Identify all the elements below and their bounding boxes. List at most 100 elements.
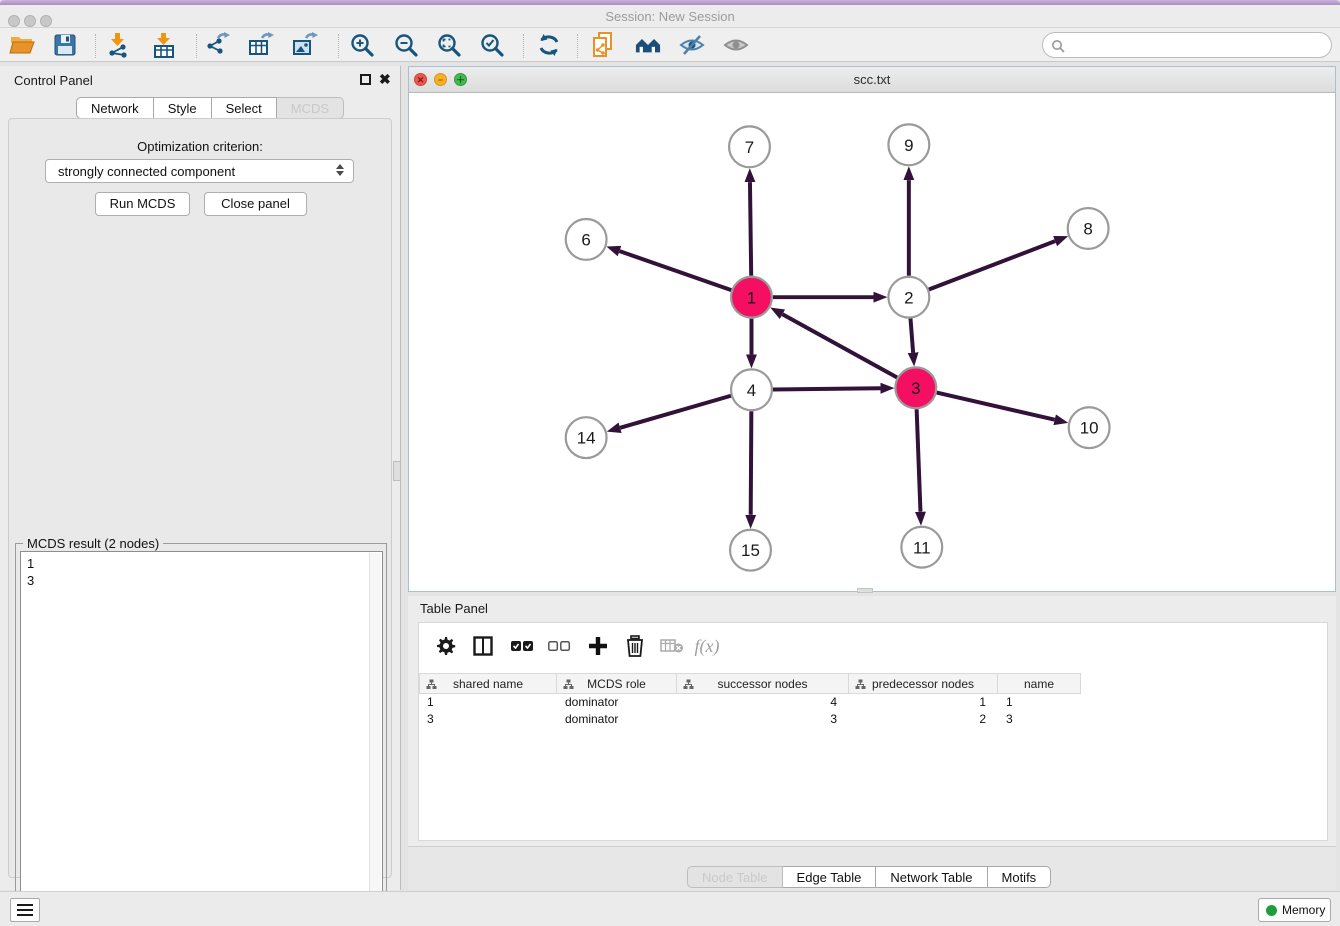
delete-table-icon[interactable] [659, 633, 685, 659]
task-history-button[interactable] [10, 898, 40, 922]
cell-mcds-role[interactable]: dominator [557, 711, 677, 728]
import-table-icon[interactable] [151, 32, 177, 58]
column-header-successor-nodes[interactable]: successor nodes [677, 673, 849, 694]
mac-close-button[interactable] [8, 15, 20, 27]
mcds-result-textarea[interactable]: 1 3 [20, 551, 383, 915]
refresh-icon[interactable] [536, 32, 562, 58]
column-header-mcds-role[interactable]: MCDS role [557, 673, 677, 694]
columns-icon[interactable] [470, 633, 496, 659]
graph-node-9[interactable]: 9 [888, 124, 929, 165]
graph-node-6[interactable]: 6 [566, 219, 607, 260]
graph-edge-3-10[interactable] [937, 393, 1055, 420]
save-session-icon[interactable] [52, 32, 78, 58]
network-close-icon[interactable]: ✕ [414, 73, 427, 86]
optimization-criterion-label: Optimization criterion: [9, 139, 391, 154]
graph-node-15[interactable]: 15 [730, 530, 771, 571]
graph-edge-4-3[interactable] [773, 388, 881, 389]
list-icon [17, 904, 33, 916]
graph-node-4[interactable]: 4 [731, 369, 772, 410]
graph-node-3[interactable]: 3 [895, 367, 936, 408]
open-file-icon[interactable] [9, 32, 35, 58]
cell-shared-name[interactable]: 1 [419, 694, 557, 711]
close-panel-icon[interactable]: ✖ [379, 74, 391, 85]
import-network-icon[interactable] [105, 32, 131, 58]
table-row[interactable]: 3 dominator 3 2 3 [419, 711, 1081, 728]
cell-predecessor-nodes[interactable]: 1 [849, 694, 998, 711]
zoom-selected-icon[interactable] [479, 32, 505, 58]
network-minimize-icon[interactable]: − [434, 73, 447, 86]
graph-node-label: 7 [745, 138, 754, 157]
table-toolbar: f(x) [419, 623, 1327, 669]
zoom-in-icon[interactable] [349, 32, 375, 58]
graph-node-1[interactable]: 1 [731, 277, 772, 318]
run-mcds-button[interactable]: Run MCDS [95, 192, 190, 216]
tab-node-table[interactable]: Node Table [687, 866, 783, 888]
window-divider-grip[interactable] [857, 588, 873, 593]
graph-edge-3-1[interactable] [782, 314, 897, 377]
graph-node-8[interactable]: 8 [1068, 208, 1109, 249]
column-header-name[interactable]: name [998, 673, 1081, 694]
result-scrollbar[interactable] [369, 553, 381, 915]
network-graph[interactable]: 7 9 6 8 1 2 4 3 14 10 15 11 [409, 93, 1335, 591]
graph-node-14[interactable]: 14 [566, 417, 607, 458]
select-all-icon[interactable] [509, 633, 535, 659]
cell-successor-nodes[interactable]: 4 [677, 694, 849, 711]
graph-edge-1-7[interactable] [750, 182, 751, 276]
cell-predecessor-nodes[interactable]: 2 [849, 711, 998, 728]
tab-network-table[interactable]: Network Table [876, 866, 987, 888]
show-eye-icon[interactable] [723, 32, 749, 58]
close-panel-button[interactable]: Close panel [204, 192, 307, 216]
cell-shared-name[interactable]: 3 [419, 711, 557, 728]
column-label: successor nodes [717, 677, 807, 691]
column-header-shared-name[interactable]: shared name [419, 673, 557, 694]
cell-name[interactable]: 1 [998, 694, 1081, 711]
tab-mcds[interactable]: MCDS [277, 97, 344, 119]
graph-edge-2-8[interactable] [929, 241, 1055, 289]
graph-node-label: 10 [1080, 419, 1099, 438]
cell-successor-nodes[interactable]: 3 [677, 711, 849, 728]
graph-edge-3-11[interactable] [917, 409, 921, 512]
tab-select[interactable]: Select [212, 97, 277, 119]
select-stepper-icon [336, 164, 344, 176]
add-column-icon[interactable] [585, 633, 611, 659]
clone-network-icon[interactable] [591, 32, 617, 58]
float-panel-icon[interactable] [360, 74, 371, 85]
function-builder-icon[interactable]: f(x) [694, 633, 720, 659]
optimization-criterion-select[interactable]: strongly connected component [45, 159, 354, 183]
tab-network[interactable]: Network [76, 97, 154, 119]
panel-divider-grip[interactable] [393, 461, 401, 481]
mac-minimize-button[interactable] [24, 15, 36, 27]
cell-mcds-role[interactable]: dominator [557, 694, 677, 711]
mcds-panel: Optimization criterion: strongly connect… [8, 118, 392, 878]
hide-eye-icon[interactable] [679, 32, 705, 58]
network-window-titlebar[interactable]: ✕ − ＋ scc.txt [409, 67, 1335, 93]
graph-node-11[interactable]: 11 [901, 527, 942, 568]
cell-name[interactable]: 3 [998, 711, 1081, 728]
search-input[interactable] [1069, 34, 1324, 56]
export-table-icon[interactable] [248, 32, 274, 58]
graph-edge-2-3[interactable] [910, 319, 913, 353]
graph-node-2[interactable]: 2 [888, 277, 929, 318]
delete-column-icon[interactable] [622, 633, 648, 659]
tab-style[interactable]: Style [154, 97, 212, 119]
gear-icon[interactable] [433, 633, 459, 659]
network-canvas[interactable]: 7 9 6 8 1 2 4 3 14 10 15 11 [409, 93, 1335, 591]
tab-motifs[interactable]: Motifs [988, 866, 1052, 888]
network-maximize-icon[interactable]: ＋ [454, 73, 467, 86]
memory-button[interactable]: Memory [1258, 898, 1331, 922]
column-header-predecessor-nodes[interactable]: predecessor nodes [849, 673, 998, 694]
table-row[interactable]: 1 dominator 4 1 1 [419, 694, 1081, 711]
graph-edge-1-6[interactable] [620, 251, 732, 290]
graph-edge-4-15[interactable] [751, 411, 752, 515]
export-image-icon[interactable] [292, 32, 318, 58]
mac-zoom-button[interactable] [40, 15, 52, 27]
zoom-out-icon[interactable] [393, 32, 419, 58]
graph-node-7[interactable]: 7 [729, 126, 770, 167]
tab-edge-table[interactable]: Edge Table [783, 866, 877, 888]
graph-edge-4-14[interactable] [620, 396, 731, 428]
zoom-fit-icon[interactable] [436, 32, 462, 58]
deselect-all-icon[interactable] [546, 633, 572, 659]
export-network-icon[interactable] [205, 32, 231, 58]
graph-node-10[interactable]: 10 [1069, 407, 1110, 448]
double-house-icon[interactable] [635, 32, 661, 58]
